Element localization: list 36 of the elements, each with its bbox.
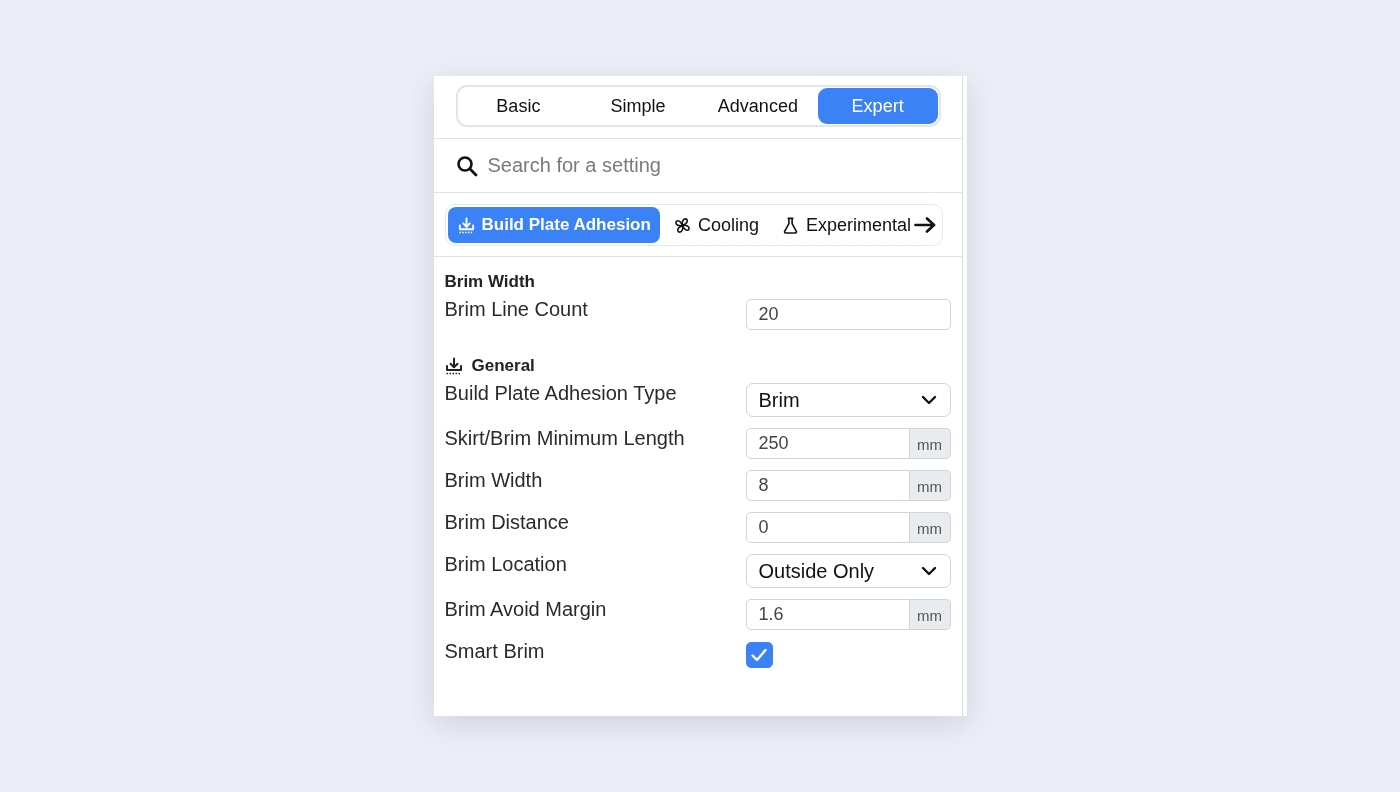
flask-icon bbox=[781, 216, 799, 234]
arrow-right-icon[interactable] bbox=[913, 217, 936, 233]
setting-label: Brim Distance bbox=[444, 510, 569, 534]
tray-download-icon bbox=[444, 357, 463, 375]
setting-label: Brim Width bbox=[444, 468, 543, 492]
category-tab[interactable]: Experimental bbox=[771, 207, 912, 243]
number-field[interactable]: 0 bbox=[745, 512, 910, 543]
number-field[interactable]: 250 bbox=[745, 428, 910, 459]
category-tab[interactable]: Build Plate Adhesion bbox=[447, 207, 660, 243]
category-tab[interactable]: Cooling bbox=[663, 207, 768, 243]
setting-label: Brim Location bbox=[444, 552, 567, 576]
checkbox[interactable] bbox=[745, 642, 773, 668]
setting-label: Smart Brim bbox=[444, 639, 545, 663]
dropdown[interactable]: Brim bbox=[745, 383, 951, 417]
mode-tab[interactable]: Advanced bbox=[698, 88, 818, 124]
unit-label: mm bbox=[909, 512, 951, 543]
mode-tab[interactable]: Expert bbox=[817, 88, 938, 124]
fan-icon bbox=[673, 216, 691, 234]
mode-tab[interactable]: Basic bbox=[458, 88, 579, 124]
number-field[interactable]: 20 bbox=[745, 299, 951, 330]
mode-tab[interactable]: Simple bbox=[578, 88, 698, 124]
number-field[interactable]: 8 bbox=[745, 470, 910, 501]
unit-label: mm bbox=[909, 428, 951, 459]
unit-label: mm bbox=[909, 599, 951, 630]
setting-label: Brim Avoid Margin bbox=[444, 597, 607, 621]
search-icon bbox=[455, 154, 478, 177]
tray-download-icon bbox=[457, 216, 475, 234]
unit-label: mm bbox=[909, 470, 951, 501]
section-heading: General bbox=[471, 356, 535, 376]
setting-label: Skirt/Brim Minimum Length bbox=[444, 426, 685, 450]
setting-label: Build Plate Adhesion Type bbox=[444, 381, 677, 405]
setting-label: Brim Line Count bbox=[444, 297, 588, 321]
search-field[interactable]: Search for a setting bbox=[487, 154, 788, 177]
number-field[interactable]: 1.6 bbox=[745, 599, 910, 630]
dropdown[interactable]: Outside Only bbox=[745, 554, 951, 588]
section-heading: Brim Width bbox=[444, 272, 535, 292]
